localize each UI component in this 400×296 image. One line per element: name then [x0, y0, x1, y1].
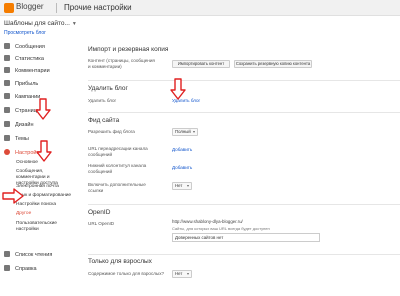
- allow-feed-label: Разрешить фид блога: [88, 129, 135, 134]
- sub-item-basic[interactable]: Основное: [16, 160, 38, 166]
- layout-icon: [4, 121, 10, 127]
- openid-hint: Сайты, для которых ваш URL всегда будет …: [172, 226, 270, 231]
- delete-section-title: Удалить блог: [88, 85, 128, 92]
- feed-footer-add-link[interactable]: Добавить: [172, 165, 192, 170]
- theme-icon: [4, 135, 10, 141]
- adult-content-label: Содержимое только для взрослых?: [88, 271, 165, 276]
- import-content-button[interactable]: Импортировать контент: [172, 60, 230, 68]
- header-divider: [56, 3, 57, 13]
- blogger-logo-icon[interactable]: [4, 3, 14, 13]
- red-arrow-down-icon: [35, 98, 51, 120]
- content-label: Контент (страницы, сообщения и комментар…: [88, 58, 155, 69]
- sidebar-item-reading-list[interactable]: Список чтения: [4, 251, 52, 259]
- sub-item-language[interactable]: Язык и форматирование: [16, 193, 71, 199]
- top-bar: Blogger Прочие настройки: [0, 0, 400, 16]
- chevron-down-icon: ▾: [186, 271, 189, 276]
- view-blog-link[interactable]: Просмотреть блог: [4, 30, 46, 36]
- pages-icon: [4, 107, 10, 113]
- divider: [88, 112, 400, 113]
- sidebar-item-theme[interactable]: Темы: [4, 135, 29, 143]
- blog-selector[interactable]: Шаблоны для сайто... ▼: [4, 20, 77, 27]
- posts-icon: [4, 43, 10, 49]
- divider: [88, 254, 400, 255]
- sub-item-other[interactable]: Другое: [16, 211, 31, 217]
- sidebar-item-earnings[interactable]: Прибыль: [4, 80, 38, 88]
- campaigns-icon: [4, 93, 10, 99]
- openid-url-value: http://www.shablony-dlya-blogger.ru/: [172, 219, 243, 224]
- divider: [88, 80, 400, 81]
- backup-content-button[interactable]: Сохранить резервную копию контента: [234, 60, 312, 68]
- gear-icon: [4, 149, 10, 155]
- stats-icon: [4, 55, 10, 61]
- page-title: Прочие настройки: [64, 3, 132, 12]
- sub-item-user-settings[interactable]: Пользовательские настройки: [16, 221, 68, 233]
- allow-feed-select[interactable]: Полный ▾: [172, 128, 198, 136]
- red-arrow-down-icon: [36, 140, 52, 162]
- sidebar-item-posts[interactable]: Сообщения: [4, 43, 45, 51]
- adult-content-select[interactable]: Нет ▾: [172, 270, 192, 278]
- sidebar-item-comments[interactable]: Комментарии: [4, 67, 50, 75]
- comments-icon: [4, 67, 10, 73]
- reading-list-icon: [4, 251, 10, 257]
- help-icon: [4, 265, 10, 271]
- feed-footer-label: Нижний колонтитул канала сообщений: [88, 163, 147, 174]
- trusted-sites-field[interactable]: Доверенных сайтов нет: [172, 233, 320, 242]
- earnings-icon: [4, 80, 10, 86]
- enclosure-links-select[interactable]: Нет ▾: [172, 182, 192, 190]
- chevron-down-icon: ▾: [192, 129, 195, 134]
- chevron-down-icon: ▾: [186, 183, 189, 188]
- adult-section-title: Только для взрослых: [88, 258, 152, 265]
- delete-blog-label: Удалить блог: [88, 98, 117, 103]
- import-section-title: Импорт и резервная копия: [88, 46, 169, 53]
- blog-name: Шаблоны для сайто...: [4, 20, 70, 27]
- divider: [88, 204, 400, 205]
- app-name: Blogger: [16, 2, 44, 11]
- enclosure-links-label: Включить дополнительные ссылки: [88, 182, 146, 193]
- red-arrow-right-icon: [2, 188, 24, 204]
- sidebar-item-layout[interactable]: Дизайн: [4, 121, 34, 129]
- main-content: Импорт и резервная копия Контент (страни…: [80, 16, 400, 296]
- sidebar-item-stats[interactable]: Статистика: [4, 55, 44, 63]
- feed-redirect-label: URL переадресации канала сообщений: [88, 146, 148, 157]
- openid-url-label: URL OpenID: [88, 221, 115, 226]
- feed-redirect-add-link[interactable]: Добавить: [172, 147, 192, 152]
- openid-section-title: OpenID: [88, 209, 111, 216]
- red-arrow-down-icon: [170, 78, 186, 100]
- feed-section-title: Фид сайта: [88, 117, 120, 124]
- sidebar-item-help[interactable]: Справка: [4, 265, 37, 273]
- chevron-down-icon: ▼: [71, 21, 77, 27]
